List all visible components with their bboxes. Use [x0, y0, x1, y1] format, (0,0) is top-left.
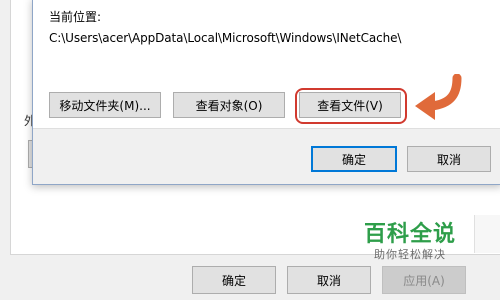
- location-label: 当前位置:: [49, 10, 102, 24]
- arrow-icon: [415, 74, 462, 120]
- screen: 次 外 确定 取消 应用(A) 当前位置: C:\Users\acer\AppD…: [0, 0, 500, 300]
- watermark-subtitle: 助你轻松解决: [374, 248, 446, 261]
- move-folder-button[interactable]: 移动文件夹(M)...: [49, 92, 161, 118]
- watermark: 百科全说 助你轻松解决: [340, 222, 480, 272]
- settings-dialog: 当前位置: C:\Users\acer\AppData\Local\Micros…: [32, 0, 500, 185]
- view-objects-button[interactable]: 查看对象(O): [173, 92, 285, 118]
- location-path: C:\Users\acer\AppData\Local\Microsoft\Wi…: [49, 31, 402, 45]
- parent-ok-button[interactable]: 确定: [192, 266, 276, 294]
- cancel-button[interactable]: 取消: [407, 146, 491, 172]
- ok-button[interactable]: 确定: [311, 146, 397, 172]
- watermark-title: 百科全说: [363, 222, 456, 247]
- highlight-ring: [295, 88, 407, 124]
- location-panel: 当前位置: C:\Users\acer\AppData\Local\Micros…: [33, 0, 500, 129]
